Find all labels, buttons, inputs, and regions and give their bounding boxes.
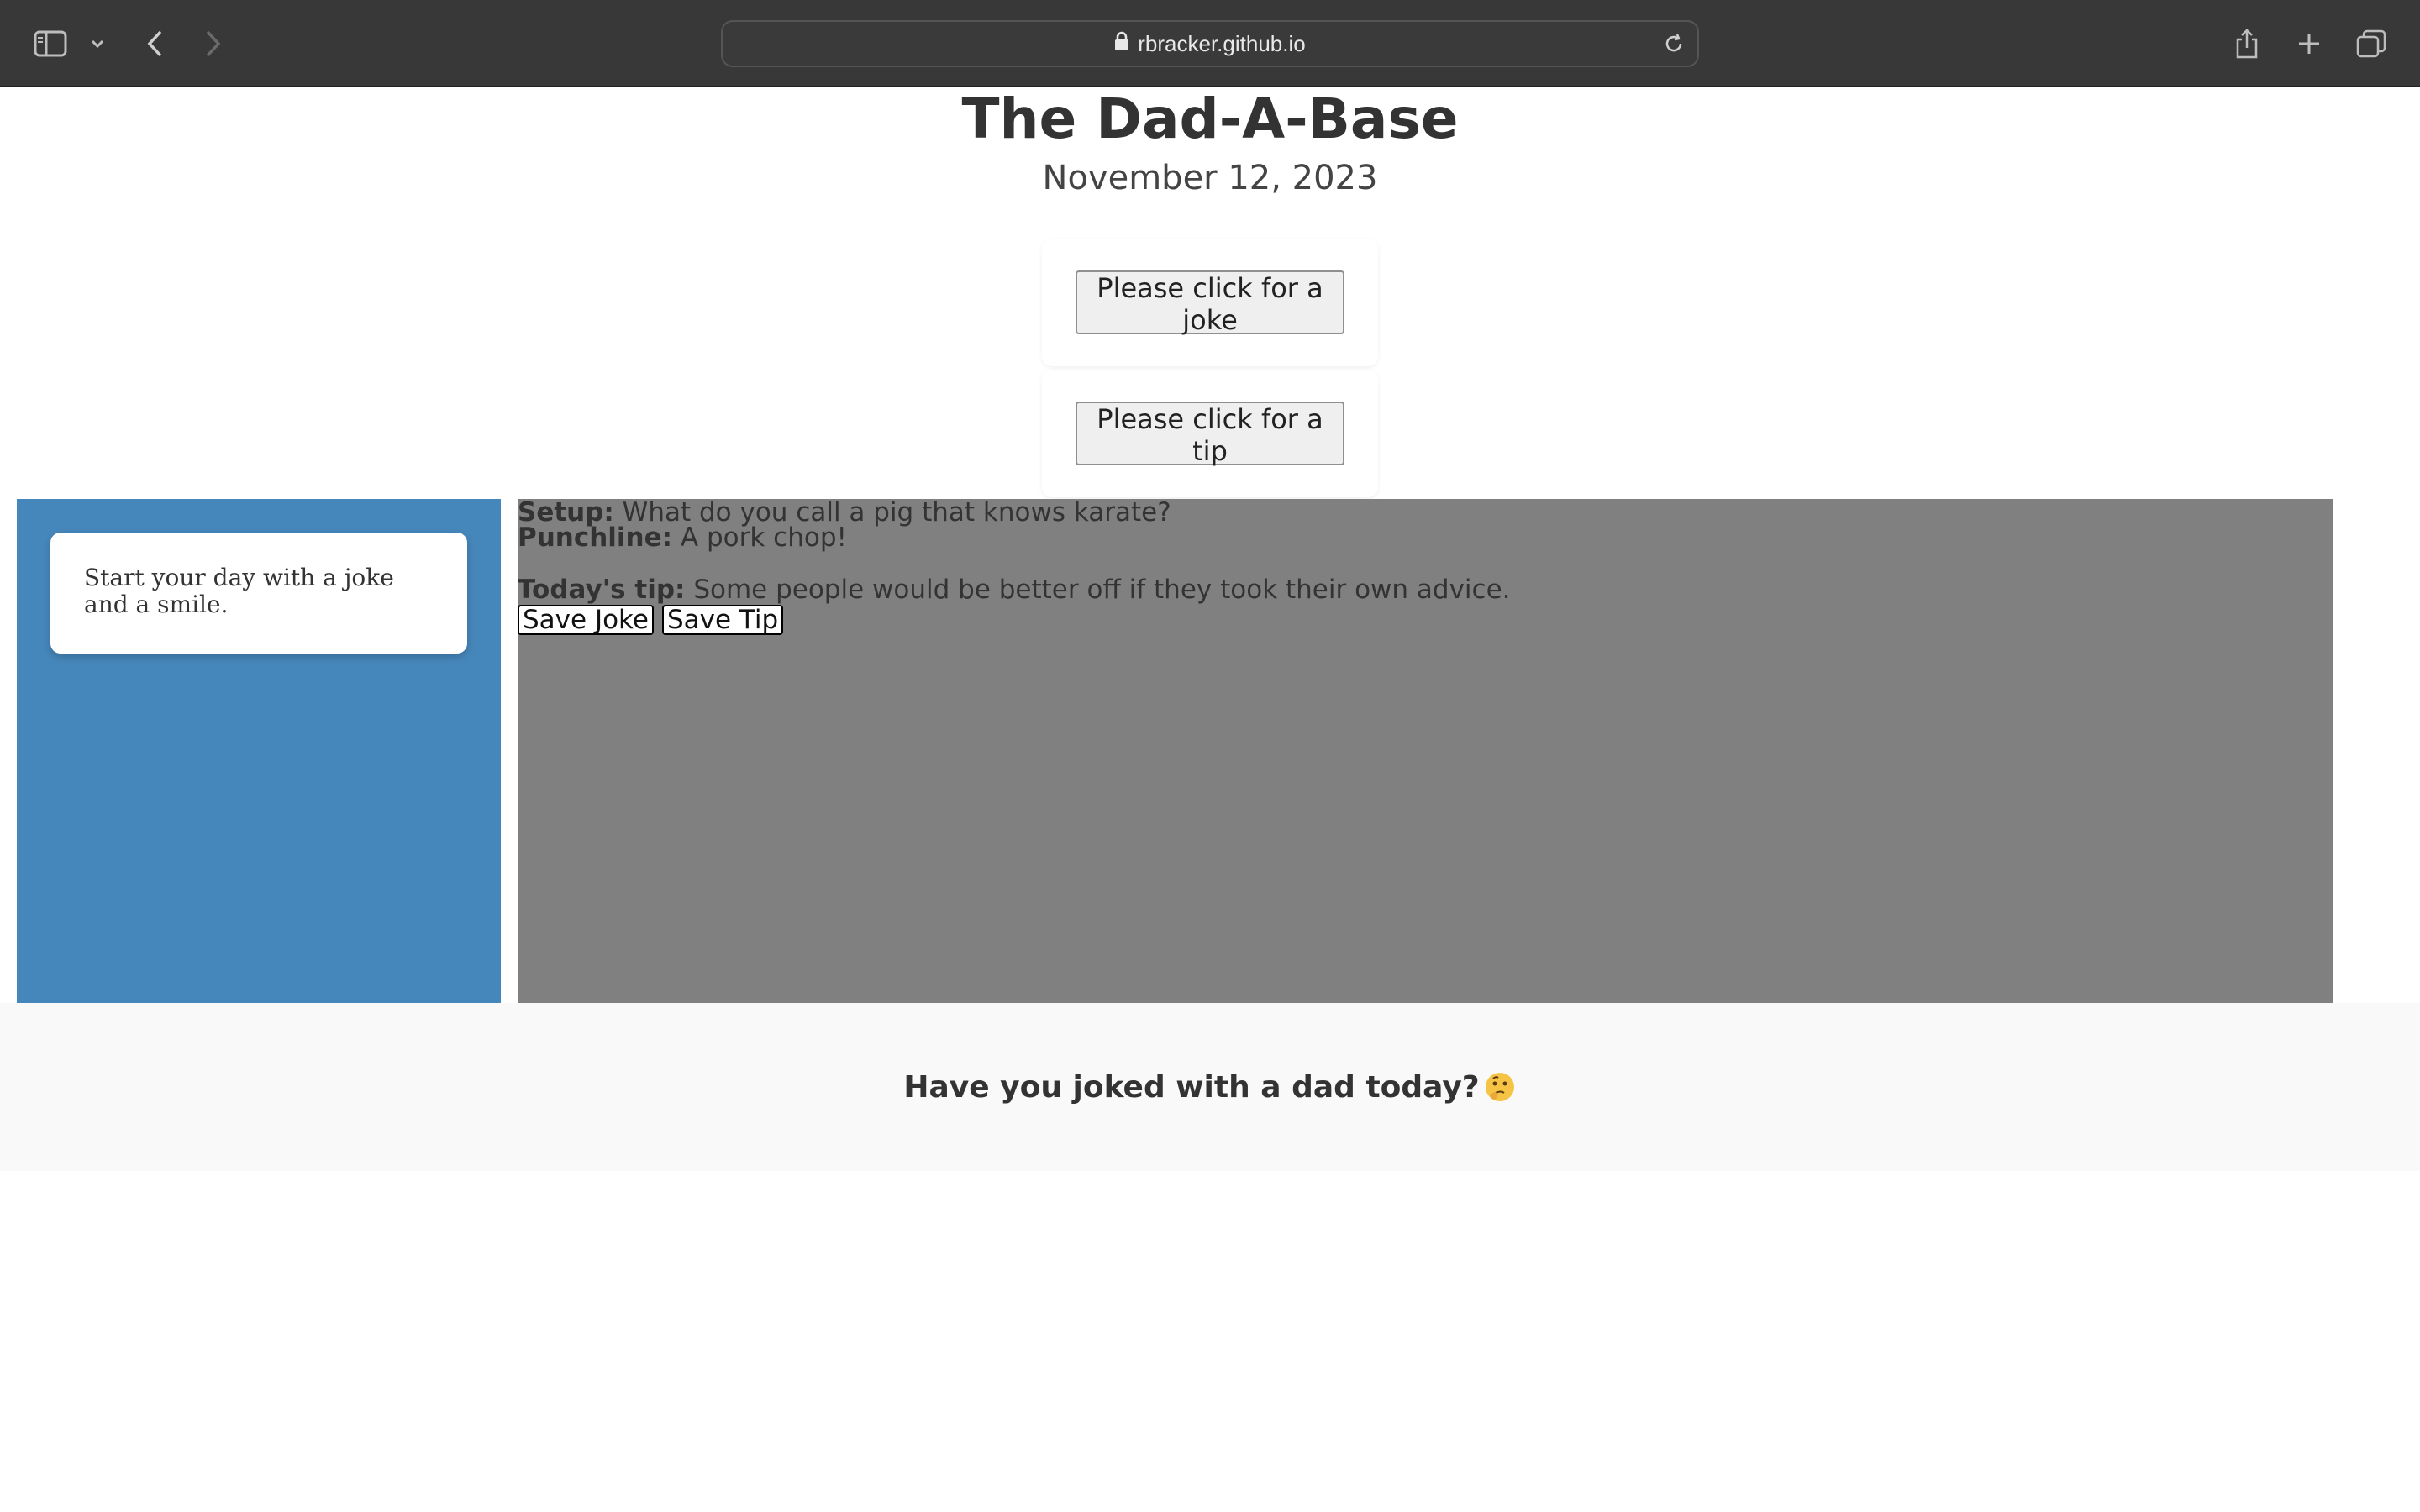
get-tip-button[interactable]: Please click for a tip [1076,402,1344,467]
save-buttons: Save Joke Save Tip [518,605,784,635]
page-footer: Have you joked with a dad today? [0,1003,2420,1171]
tip-text: Some people would be better off if they … [685,575,1511,605]
get-joke-button[interactable]: Please click for a joke [1076,270,1344,336]
reload-icon[interactable] [1662,32,1686,61]
thinking-face-emoji [1483,1070,1517,1104]
page-date: November 12, 2023 [1042,159,1378,197]
lock-icon [1114,31,1129,57]
joke-card: Please click for a joke [1042,239,1378,366]
page-title: The Dad-A-Base [961,87,1459,151]
sidebar-toggle-icon[interactable] [29,22,72,66]
share-icon[interactable] [2225,22,2269,66]
tabs-overview-icon[interactable] [2349,22,2393,66]
punchline-line: Punchline: A pork chop! [518,524,847,551]
sidebar-panel: Start your day with a joke and a smile. [17,499,501,1003]
tip-line: Today's tip: Some people would be better… [518,576,1511,603]
browser-toolbar: rbracker.github.io [0,0,2420,87]
new-tab-icon[interactable] [2287,22,2331,66]
sidebar-message-card: Start your day with a joke and a smile. [50,533,467,654]
address-bar[interactable]: rbracker.github.io [721,20,1699,67]
chevron-down-icon[interactable] [76,22,119,66]
forward-icon[interactable] [192,22,235,66]
tip-label: Today's tip: [518,575,686,605]
footer-text: Have you joked with a dad today? [903,1069,1480,1105]
url-text: rbracker.github.io [1138,30,1306,56]
punchline-label: Punchline: [518,522,673,553]
joke-display-panel: Setup: What do you call a pig that knows… [518,499,2333,1003]
sidebar-message: Start your day with a joke and a smile. [84,564,394,618]
punchline-text: A pork chop! [672,522,847,553]
back-icon[interactable] [133,22,176,66]
tip-card: Please click for a tip [1042,370,1378,497]
save-joke-button[interactable]: Save Joke [518,605,654,635]
page-content: The Dad-A-Base November 12, 2023 Please … [0,89,2420,1512]
save-tip-button[interactable]: Save Tip [661,605,784,635]
